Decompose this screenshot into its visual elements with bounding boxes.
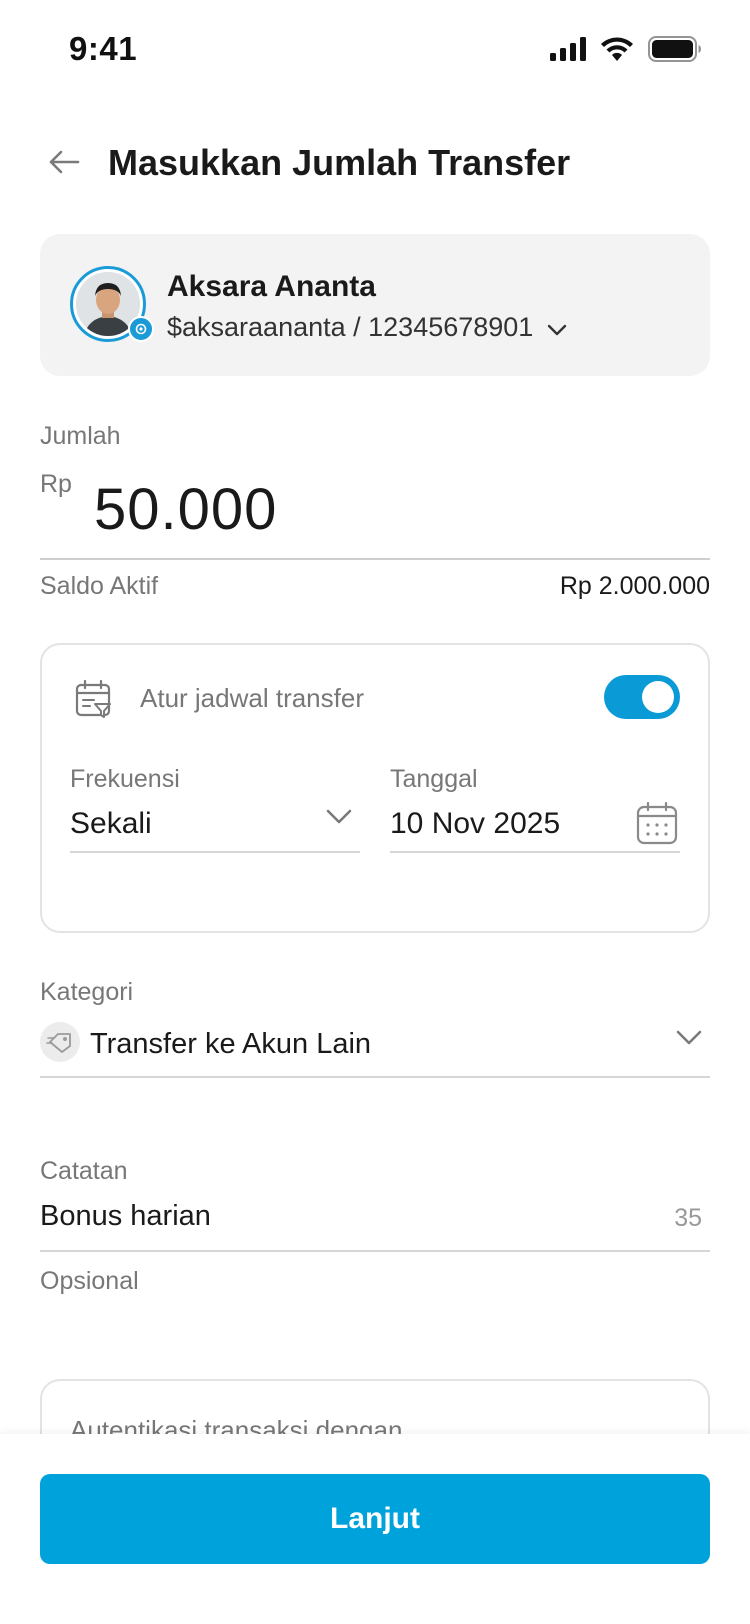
arrow-left-icon bbox=[48, 150, 80, 179]
recipient-account-row: $aksaraananta / 12345678901 bbox=[167, 312, 567, 343]
note-input[interactable]: Bonus harian 35 bbox=[40, 1194, 710, 1252]
calendar-icon[interactable] bbox=[636, 801, 678, 850]
battery-icon bbox=[648, 36, 702, 67]
date-picker[interactable]: 10 Nov 2025 bbox=[390, 795, 680, 853]
status-time: 9:41 bbox=[69, 30, 138, 67]
frequency-value: Sekali bbox=[70, 807, 152, 840]
page-title: Masukkan Jumlah Transfer bbox=[108, 142, 571, 183]
note-char-counter: 35 bbox=[674, 1204, 702, 1232]
schedule-card: Atur jadwal transfer Frekuensi Sekali Ta… bbox=[40, 643, 710, 933]
chevron-down-icon bbox=[547, 312, 567, 343]
balance-label: Saldo Aktif bbox=[40, 572, 159, 600]
header: Masukkan Jumlah Transfer bbox=[0, 130, 750, 200]
bottom-bar: Lanjut bbox=[0, 1434, 750, 1624]
signal-icon bbox=[550, 37, 586, 66]
note-helper-text: Opsional bbox=[40, 1267, 139, 1295]
note-value: Bonus harian bbox=[40, 1200, 211, 1232]
toggle-knob bbox=[642, 681, 674, 713]
category-label: Kategori bbox=[40, 978, 134, 1006]
chevron-down-icon bbox=[326, 809, 352, 830]
back-button[interactable] bbox=[44, 144, 84, 184]
amount-currency: Rp bbox=[40, 470, 72, 498]
amount-label: Jumlah bbox=[40, 422, 121, 450]
wifi-icon bbox=[600, 37, 634, 66]
category-value: Transfer ke Akun Lain bbox=[90, 1028, 372, 1060]
schedule-label: Atur jadwal transfer bbox=[140, 683, 364, 713]
date-label: Tanggal bbox=[390, 765, 478, 793]
status-icons bbox=[550, 36, 702, 67]
verified-badge-icon bbox=[128, 316, 154, 342]
frequency-dropdown[interactable]: Sekali bbox=[70, 795, 360, 853]
amount-input[interactable]: 50.000 bbox=[94, 476, 277, 543]
chevron-down-icon bbox=[676, 1030, 702, 1051]
status-bar: 9:41 bbox=[0, 0, 750, 100]
note-label: Catatan bbox=[40, 1157, 128, 1185]
balance-value: Rp 2.000.000 bbox=[559, 572, 710, 600]
transfer-tag-icon bbox=[40, 1022, 80, 1062]
amount-underline bbox=[40, 558, 710, 560]
recipient-selector[interactable]: Aksara Ananta $aksaraananta / 1234567890… bbox=[40, 234, 710, 376]
calendar-schedule-icon bbox=[74, 679, 114, 719]
category-dropdown[interactable]: Transfer ke Akun Lain bbox=[40, 1018, 710, 1078]
next-button[interactable]: Lanjut bbox=[40, 1474, 710, 1564]
schedule-toggle[interactable] bbox=[604, 675, 680, 719]
recipient-name: Aksara Ananta bbox=[167, 270, 376, 303]
recipient-account: $aksaraananta / 12345678901 bbox=[167, 312, 534, 342]
date-value: 10 Nov 2025 bbox=[390, 807, 561, 840]
frequency-label: Frekuensi bbox=[70, 765, 180, 793]
